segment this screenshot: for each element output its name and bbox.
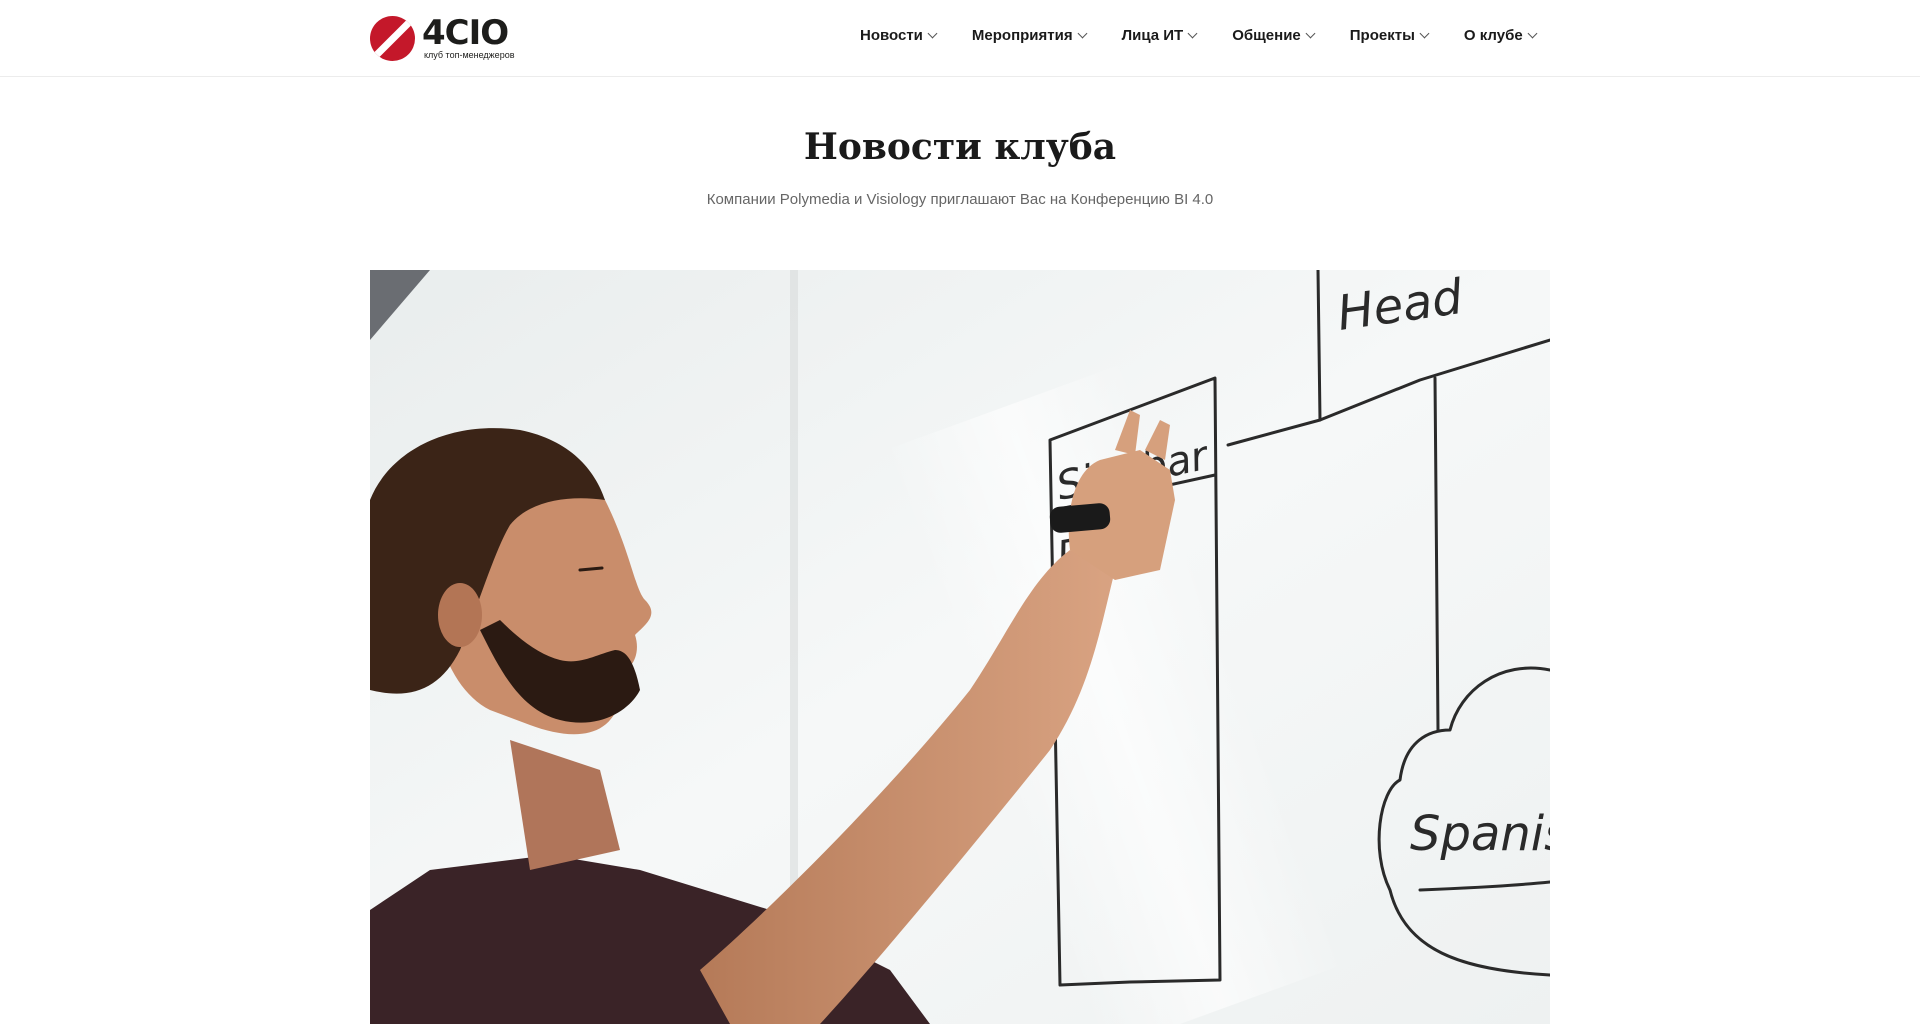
hero-image[interactable]: Sidebar Pho Head Spanish [370,270,1550,1024]
nav-item-it-faces[interactable]: Лица ИТ [1121,27,1198,44]
chevron-down-icon [1527,28,1538,39]
whiteboard-text-cloud: Spanish [1410,806,1550,862]
nav-item-label: Проекты [1349,27,1415,44]
nav-item-news[interactable]: Новости [860,27,938,44]
nav-item-label: Общение [1232,27,1301,44]
logo-name: 4CIO [422,13,509,53]
hero-illustration: Sidebar Pho Head Spanish [370,270,1550,1024]
logo-text: 4CIO клуб топ-менеджеров [422,16,514,60]
chevron-down-icon [927,28,938,39]
page-title: Новости клуба [803,126,1117,168]
logo-mark-icon [370,15,415,61]
nav-item-events[interactable]: Мероприятия [971,27,1088,44]
nav-item-about[interactable]: О клубе [1463,27,1538,44]
chevron-down-icon [1187,28,1198,39]
chevron-down-icon [1419,28,1430,39]
news-subtitle-link[interactable]: Компании Polymedia и Visiology приглашаю… [0,191,1920,208]
main-nav: Новости Мероприятия Лица ИТ Общение Прое… [860,27,1538,44]
nav-item-projects[interactable]: Проекты [1349,27,1430,44]
nav-item-label: О клубе [1463,27,1523,44]
nav-item-label: Мероприятия [971,27,1073,44]
site-logo[interactable]: 4CIO клуб топ-менеджеров [370,14,514,62]
nav-item-label: Новости [860,27,923,44]
chevron-down-icon [1077,28,1088,39]
logo-tagline: клуб топ-менеджеров [424,50,515,60]
nav-item-community[interactable]: Общение [1232,27,1316,44]
site-header: 4CIO клуб топ-менеджеров Новости Меропри… [0,0,1920,77]
chevron-down-icon [1305,28,1316,39]
nav-item-label: Лица ИТ [1121,27,1184,44]
